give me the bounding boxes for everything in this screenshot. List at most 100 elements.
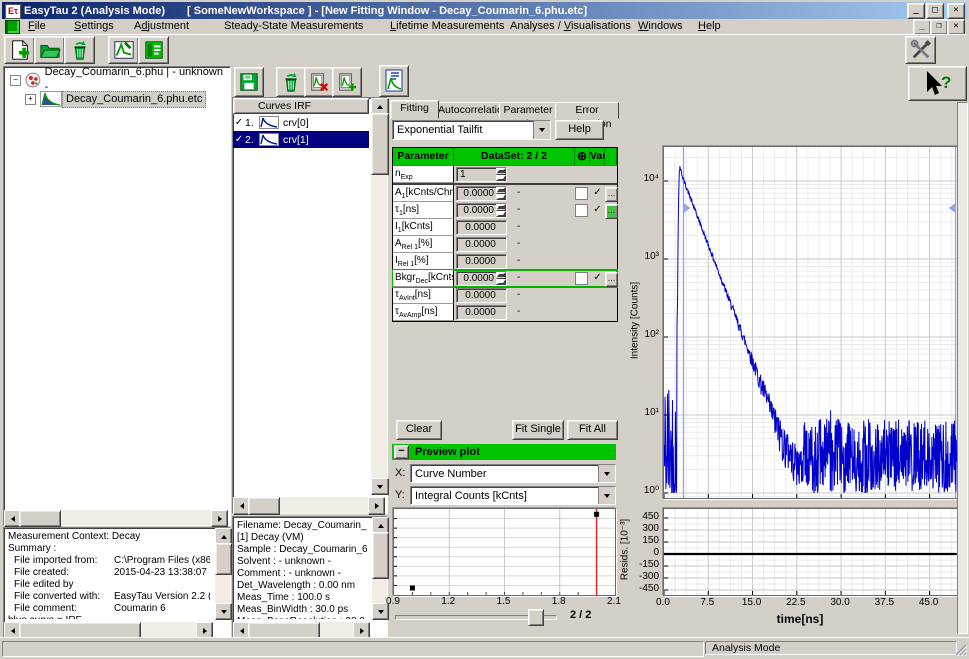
fit-single-button[interactable]: Fit Single — [512, 420, 564, 440]
spinner-control[interactable] — [496, 272, 506, 285]
settings-tools-button[interactable] — [905, 36, 936, 64]
tree-item-workspace[interactable]: − Decay_Coumarin_6.phu | - unknown - — [10, 72, 230, 88]
dataset-slider[interactable] — [395, 609, 555, 624]
report-button[interactable] — [379, 65, 409, 97]
curve-row-crv-0-[interactable]: ✓1.crv[0] — [233, 114, 369, 131]
app-icon[interactable]: Eτ — [5, 4, 21, 19]
tab-error-estimation[interactable]: Error Estimation — [555, 102, 619, 119]
menu-item-analyses-visualisations[interactable]: Analyses / Visualisations — [510, 20, 631, 33]
preview-x-combobox[interactable]: Curve Number — [410, 464, 616, 483]
tab-parameter-plot[interactable]: Parameter Plot — [499, 102, 557, 119]
scroll-right-button[interactable] — [211, 510, 228, 527]
open-workspace-button[interactable] — [34, 36, 65, 64]
menu-item-settings[interactable]: Settings — [74, 20, 114, 33]
collapse-glyph: − — [398, 445, 404, 457]
slider-thumb[interactable] — [528, 609, 544, 626]
tree-expand-box[interactable]: − — [10, 75, 21, 86]
residuals-plot-canvas[interactable] — [663, 508, 958, 596]
param-global-cell[interactable] — [575, 187, 588, 200]
minimize-button[interactable]: _ — [907, 3, 925, 19]
delete-curve-button[interactable] — [276, 67, 306, 97]
param-var-checkbox[interactable]: ✓ — [590, 270, 605, 287]
mdi-child-icon[interactable] — [5, 20, 20, 34]
param-value-input[interactable]: 0.0000 — [456, 186, 507, 201]
plot-vertical-scrollbar[interactable] — [957, 102, 968, 634]
param-var-checkbox[interactable]: ✓ — [590, 202, 605, 219]
collapse-preview-button[interactable]: − — [394, 445, 409, 459]
fit-all-button[interactable]: Fit All — [567, 420, 618, 440]
scroll-down-button[interactable] — [215, 603, 232, 620]
decay-ytick: 10³ — [630, 251, 659, 262]
preview-y-combobox[interactable]: Integral Counts [kCnts] — [410, 486, 616, 505]
curves-vscrollbar[interactable] — [371, 98, 387, 495]
tab-autocorrelation[interactable]: Autocorrelation — [437, 102, 501, 119]
file-info-panel: Filename: Decay_Coumarin_6.phu.e[1] Deca… — [232, 516, 388, 638]
context-vscrollbar[interactable] — [215, 528, 230, 620]
combo-dropdown-button[interactable] — [598, 487, 615, 504]
new-fitting-window-button[interactable] — [108, 36, 139, 64]
spinner-control[interactable] — [496, 187, 506, 200]
param-value-input[interactable]: 0.0000 — [456, 203, 507, 218]
fit-model-combobox[interactable]: Exponential Tailfit — [392, 120, 551, 140]
param-row--1: τ1[ns]0.0000-✓… — [393, 202, 617, 219]
menu-item-adjustment[interactable]: Adjustment — [134, 20, 189, 33]
param-var-checkbox[interactable]: ✓ — [590, 185, 605, 202]
param-global-cell[interactable] — [575, 272, 588, 285]
curve-visible-check[interactable]: ✓ — [233, 117, 245, 128]
tree-expand-box[interactable]: + — [25, 94, 36, 105]
help-button[interactable]: Help — [555, 120, 604, 140]
easytau-mode-button[interactable] — [138, 36, 169, 64]
scroll-right-button[interactable] — [368, 497, 385, 515]
curves-list-header[interactable]: Curves IRF — [233, 98, 369, 114]
scroll-down-button[interactable] — [371, 478, 389, 495]
combo-dropdown-button[interactable] — [533, 121, 550, 139]
param-more-button[interactable]: … — [605, 272, 618, 287]
menu-item-file[interactable]: File — [28, 20, 46, 33]
maximize-button[interactable]: □ — [926, 3, 944, 19]
add-to-clipboard-button[interactable] — [332, 67, 362, 97]
preview-plot-canvas[interactable] — [393, 508, 616, 596]
mdi-close-button[interactable]: ✕ — [947, 19, 965, 35]
param-label: A1[kCnts/Chnl] — [393, 185, 454, 202]
scroll-thumb[interactable] — [248, 497, 280, 515]
curves-hscrollbar[interactable] — [233, 497, 385, 513]
curve-visible-check[interactable]: ✓ — [233, 134, 245, 145]
param-value-input[interactable]: 0.0000 — [456, 271, 507, 286]
tree-item-measurement[interactable]: + Decay_Coumarin_6.phu.etc — [25, 90, 206, 108]
scroll-thumb[interactable] — [371, 113, 389, 175]
remove-from-clipboard-button[interactable] — [304, 67, 334, 97]
scroll-thumb[interactable] — [19, 510, 61, 527]
file-info-line: Det_Wavelength : 0.00 nm — [237, 580, 367, 592]
param-more-button[interactable]: … — [605, 204, 618, 219]
param-global-cell[interactable] — [575, 204, 588, 217]
delete-button[interactable] — [64, 36, 95, 64]
help-cursor-icon: ? — [921, 70, 955, 98]
context-hscrollbar[interactable] — [4, 622, 213, 637]
clear-button[interactable]: Clear — [396, 420, 442, 440]
scroll-thumb[interactable] — [372, 532, 389, 579]
close-button[interactable]: ✕ — [947, 3, 965, 19]
context-help-button[interactable]: ? — [908, 66, 967, 101]
curve-row-crv-1-[interactable]: ✓2.crv[1] — [233, 131, 369, 148]
spinner-control[interactable] — [496, 168, 506, 181]
save-curves-button[interactable] — [234, 67, 264, 97]
tree-item-measurement-label[interactable]: Decay_Coumarin_6.phu.etc — [62, 91, 206, 108]
tree-hscrollbar[interactable] — [4, 510, 228, 525]
resize-grip[interactable] — [954, 643, 967, 656]
application-window: { "window": { "app_title": "EasyTau 2 (A… — [0, 0, 969, 658]
mdi-restore-button[interactable]: ❐ — [930, 19, 948, 35]
mdi-minimize-button[interactable]: _ — [913, 19, 931, 35]
combo-dropdown-button[interactable] — [598, 465, 615, 482]
menu-item-help[interactable]: Help — [698, 20, 721, 33]
menu-item-windows[interactable]: Windows — [638, 20, 683, 33]
fileinfo-hscrollbar[interactable] — [233, 622, 370, 637]
spinner-control[interactable] — [496, 204, 506, 217]
menu-item-steady-state-measurements[interactable]: Steady-State Measurements — [224, 20, 363, 33]
param-value-input[interactable]: 1 — [456, 167, 507, 182]
param-more-button[interactable]: … — [605, 187, 618, 202]
new-workspace-button[interactable] — [4, 36, 35, 64]
scroll-thumb[interactable] — [215, 543, 232, 575]
menu-item-lifetime-measurements[interactable]: Lifetime Measurements — [390, 20, 504, 33]
tab-fitting[interactable]: Fitting — [390, 100, 439, 119]
decay-plot-canvas[interactable] — [663, 146, 958, 499]
